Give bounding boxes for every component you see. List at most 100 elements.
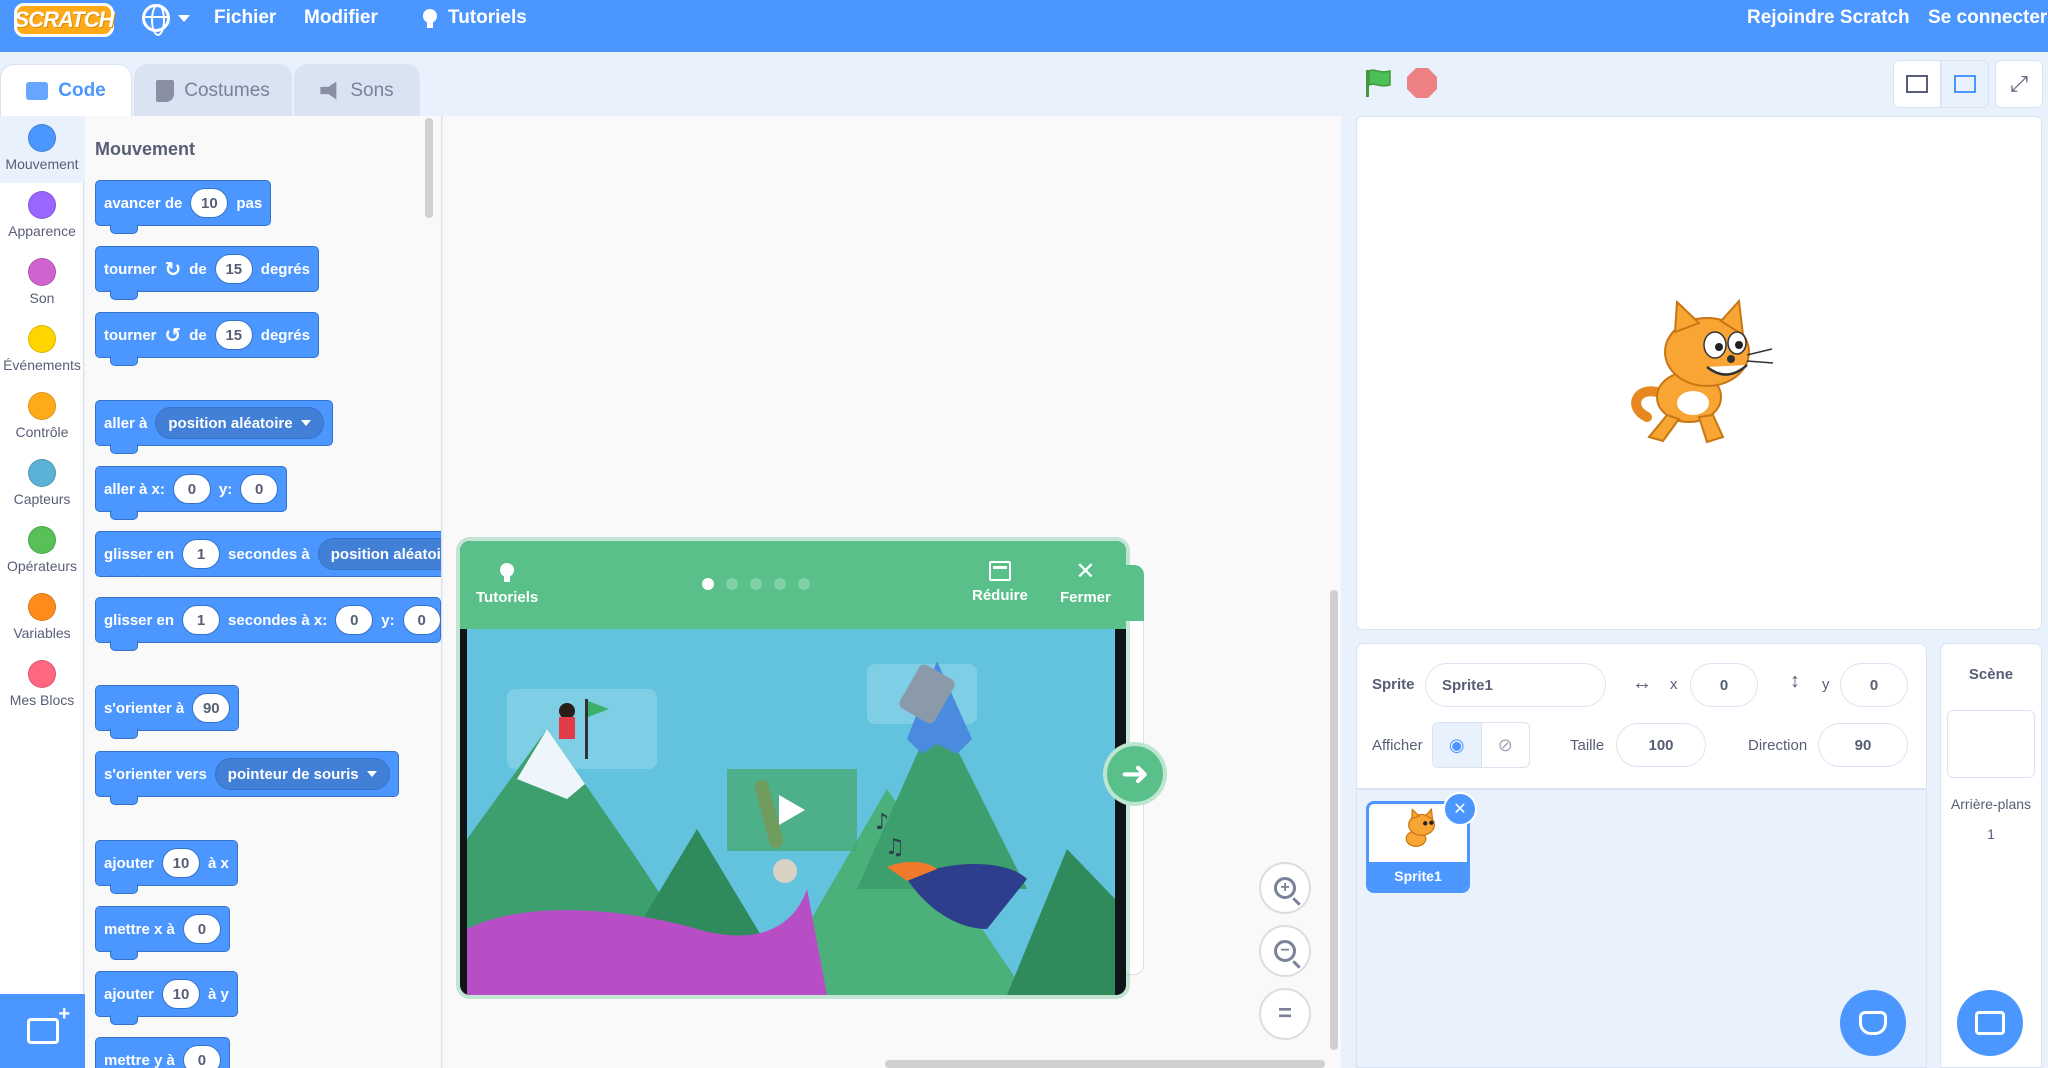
category-dot-icon [28, 660, 56, 688]
join-scratch-link[interactable]: Rejoindre Scratch [1747, 0, 1910, 36]
block-set-y[interactable]: mettre y à 0 [95, 1037, 230, 1068]
shrink-button[interactable]: Réduire [972, 561, 1028, 604]
tab-code[interactable]: Code [0, 64, 132, 116]
block-change-y[interactable]: ajouter 10 à y [95, 971, 238, 1025]
category-looks[interactable]: Apparence [0, 183, 84, 250]
scratch-logo[interactable]: SCRATCH [14, 3, 114, 37]
block-text: aller à x: [104, 480, 165, 498]
choose-sprite-button[interactable] [1840, 990, 1906, 1056]
block-dropdown[interactable]: pointeur de souris [214, 758, 390, 790]
block-input[interactable]: 0 [240, 474, 279, 504]
play-video-button[interactable] [727, 769, 857, 851]
category-operators[interactable]: Opérateurs [0, 518, 84, 585]
category-variables[interactable]: Variables [0, 585, 84, 652]
block-change-x[interactable]: ajouter 10 à x [95, 840, 238, 894]
zoom-out-button[interactable]: − [1259, 925, 1311, 977]
category-control[interactable]: Contrôle [0, 384, 84, 451]
block-point-direction[interactable]: s'orienter à 90 [95, 685, 240, 739]
palette-scrollbar[interactable] [425, 118, 433, 218]
block-turn-right[interactable]: tourner ↻ de 15 degrés [95, 246, 319, 300]
category-menu: Mouvement Apparence Son Événements Contr… [0, 116, 84, 1068]
category-sound[interactable]: Son [0, 250, 84, 317]
zoom-in-button[interactable]: + [1259, 862, 1311, 914]
block-set-x[interactable]: mettre x à 0 [95, 906, 230, 960]
tutorials-library-button[interactable]: Tutoriels [476, 561, 538, 606]
tutorial-video[interactable]: ♪ ♫ [467, 629, 1115, 995]
edit-menu[interactable]: Modifier [304, 0, 378, 36]
category-label: Événements [3, 357, 81, 373]
category-label: Variables [13, 625, 71, 641]
sprite-name-field[interactable]: Sprite1 [1425, 663, 1606, 707]
block-dropdown[interactable]: position aléatoire [155, 407, 324, 439]
block-input[interactable]: 10 [190, 188, 229, 218]
block-glide-xy[interactable]: glisser en 1 secondes à x: 0 y: 0 [95, 597, 441, 651]
category-dot-icon [28, 526, 56, 554]
sign-in-link[interactable]: Se connecter [1928, 0, 2047, 36]
choose-backdrop-button[interactable] [1957, 990, 2023, 1056]
cat-sprite[interactable] [1627, 297, 1777, 447]
zoom-reset-button[interactable]: = [1259, 988, 1311, 1040]
step-dot[interactable] [702, 578, 714, 590]
block-text: tourner [104, 260, 157, 278]
tab-sounds[interactable]: Sons [294, 64, 420, 116]
step-dot[interactable] [726, 578, 738, 590]
block-input[interactable]: 15 [214, 320, 253, 350]
category-dot-icon [28, 258, 56, 286]
step-dot[interactable] [774, 578, 786, 590]
block-input[interactable]: 0 [335, 605, 374, 635]
block-input[interactable]: 15 [214, 254, 253, 284]
block-input[interactable]: 90 [192, 693, 231, 723]
stage-canvas[interactable] [1356, 116, 2042, 630]
stage-thumbnail[interactable] [1947, 710, 2035, 778]
block-input[interactable]: 1 [182, 539, 221, 569]
block-input[interactable]: 1 [182, 605, 221, 635]
category-events[interactable]: Événements [0, 317, 84, 384]
step-dot[interactable] [798, 578, 810, 590]
block-point-towards[interactable]: s'orienter vers pointeur de souris [95, 751, 399, 805]
block-input[interactable]: 10 [162, 979, 201, 1009]
fullscreen-button[interactable]: ⤢ [1995, 60, 2043, 108]
block-dropdown[interactable]: position aléatoire [317, 538, 441, 570]
block-input[interactable]: 10 [162, 848, 201, 878]
x-field[interactable]: 0 [1690, 663, 1758, 707]
block-input[interactable]: 0 [182, 1045, 221, 1068]
small-stage-button[interactable] [1893, 60, 1941, 108]
workspace-horizontal-scrollbar[interactable] [885, 1060, 1325, 1068]
block-glide-to[interactable]: glisser en 1 secondes à position aléatoi… [95, 531, 441, 577]
workspace-vertical-scrollbar[interactable] [1330, 590, 1338, 1050]
add-extension-button[interactable] [0, 994, 86, 1068]
block-goto[interactable]: aller à position aléatoire [95, 400, 333, 454]
tutorials-menu[interactable]: Tutoriels [420, 0, 527, 36]
block-input[interactable]: 0 [402, 605, 441, 635]
chevron-down-icon [300, 420, 311, 426]
language-menu[interactable] [142, 0, 190, 36]
step-dot[interactable] [750, 578, 762, 590]
block-text: de [189, 260, 207, 278]
block-input[interactable]: 0 [172, 474, 211, 504]
large-stage-button[interactable] [1941, 60, 1989, 108]
backdrops-count: 1 [1987, 826, 1995, 842]
tab-costumes[interactable]: Costumes [134, 64, 292, 116]
category-my-blocks[interactable]: Mes Blocs [0, 652, 84, 719]
block-input[interactable]: 0 [182, 914, 221, 944]
green-flag-button[interactable] [1363, 68, 1393, 98]
delete-sprite-button[interactable]: ✕ [1443, 792, 1477, 826]
block-turn-left[interactable]: tourner ↺ de 15 degrés [95, 312, 319, 366]
size-field[interactable]: 100 [1616, 723, 1706, 767]
direction-field[interactable]: 90 [1818, 723, 1908, 767]
block-move-steps[interactable]: avancer de 10 pas [95, 180, 272, 234]
category-label: Capteurs [13, 491, 71, 507]
tutorial-next-button[interactable]: ➜ [1103, 742, 1167, 806]
hide-sprite-button[interactable]: ⊘ [1482, 723, 1530, 767]
file-menu[interactable]: Fichier [214, 0, 276, 36]
dropdown-value: position aléatoire [330, 545, 441, 563]
show-sprite-button[interactable]: ◉ [1433, 723, 1482, 767]
category-label: Mes Blocs [9, 692, 75, 708]
stop-button[interactable] [1407, 68, 1437, 98]
category-motion[interactable]: Mouvement [0, 116, 84, 183]
category-sensing[interactable]: Capteurs [0, 451, 84, 518]
block-goto-xy[interactable]: aller à x: 0 y: 0 [95, 466, 288, 520]
close-button[interactable]: ✕ Fermer [1060, 560, 1111, 607]
y-field[interactable]: 0 [1840, 663, 1908, 707]
block-text: ajouter [104, 854, 155, 872]
